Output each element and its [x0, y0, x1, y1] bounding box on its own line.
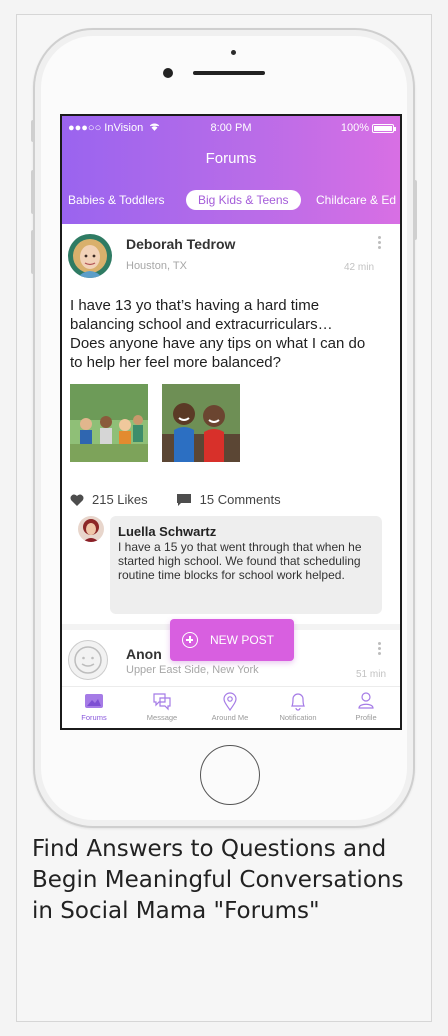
bottom-nav: Forums Message Around Me Notification Pr… [62, 686, 400, 728]
post-body: I have 13 yo that’s having a hard time b… [70, 297, 366, 371]
post-photo[interactable] [70, 384, 148, 462]
page-title: Forums [205, 150, 257, 167]
forums-icon [85, 694, 103, 708]
post-location: Upper East Side, New York [126, 664, 259, 676]
nav-around-me[interactable]: Around Me [198, 691, 262, 722]
comments-count: 15 Comments [199, 492, 281, 507]
commenter-photo [78, 516, 104, 542]
profile-icon [358, 692, 374, 709]
comment-author[interactable]: Luella Schwartz [118, 524, 216, 539]
tab-babies-toddlers[interactable]: Babies & Toddlers [68, 190, 165, 210]
tab-childcare-ed[interactable]: Childcare & Ed [316, 190, 396, 210]
nav-profile[interactable]: Profile [334, 691, 398, 722]
post-stats: 215 Likes 15 Comments [70, 492, 281, 507]
post-time: 42 min [344, 262, 375, 273]
carrier-label: ●●●○○ InVision [68, 122, 160, 134]
nav-message[interactable]: Message [130, 691, 194, 722]
wifi-icon [150, 123, 160, 131]
comment-icon[interactable] [176, 493, 192, 507]
new-post-button[interactable]: NEW POST [170, 619, 294, 661]
avatar[interactable] [68, 234, 112, 278]
phone-home-button[interactable] [200, 745, 260, 805]
nav-notification[interactable]: Notification [266, 691, 330, 722]
post-author[interactable]: Anon [126, 646, 162, 662]
nav-forums[interactable]: Forums [62, 691, 126, 722]
app-header: ●●●○○ InVision 8:00 PM 100% Forums Babie… [62, 116, 400, 224]
status-bar: ●●●○○ InVision 8:00 PM 100% [68, 122, 396, 138]
battery-icon [372, 123, 396, 133]
comment-avatar[interactable] [78, 516, 104, 542]
phone-power-button [413, 180, 417, 240]
post-location: Houston, TX [126, 260, 187, 272]
anonymous-avatar-icon[interactable] [68, 640, 108, 680]
message-icon [153, 693, 171, 711]
more-options-icon[interactable] [378, 642, 382, 655]
phone-speaker [193, 71, 265, 75]
status-time: 8:00 PM [210, 122, 252, 134]
post-time: 51 min [355, 669, 386, 680]
post-photo[interactable] [162, 384, 240, 462]
likes-count: 215 Likes [92, 492, 148, 507]
comment-text: I have a 15 yo that went through that wh… [118, 540, 362, 582]
phone-mute-switch [31, 120, 35, 142]
category-tabs: Babies & Toddlers Big Kids & Teens Child… [62, 190, 400, 212]
image-caption: Find Answers to Questions and Begin Mean… [32, 836, 404, 924]
heart-icon[interactable] [70, 494, 84, 506]
photo-kids-outdoors [70, 384, 148, 462]
location-pin-icon [223, 692, 237, 711]
phone-volume-down [31, 230, 35, 274]
app-screen: ●●●○○ InVision 8:00 PM 100% Forums Babie… [60, 114, 402, 730]
phone-camera [163, 68, 173, 78]
phone-sensor [231, 50, 236, 55]
tab-big-kids-teens[interactable]: Big Kids & Teens [186, 190, 301, 210]
photo-kids-smiling [162, 384, 240, 462]
plus-icon [182, 632, 198, 648]
battery-indicator: 100% [341, 122, 396, 134]
post-author[interactable]: Deborah Tedrow [126, 236, 235, 252]
avatar-photo [68, 234, 112, 278]
bell-icon [291, 693, 305, 711]
more-options-icon[interactable] [378, 236, 382, 249]
comment-box: Luella Schwartz I have a 15 yo that went… [110, 516, 382, 614]
phone-volume-up [31, 170, 35, 214]
